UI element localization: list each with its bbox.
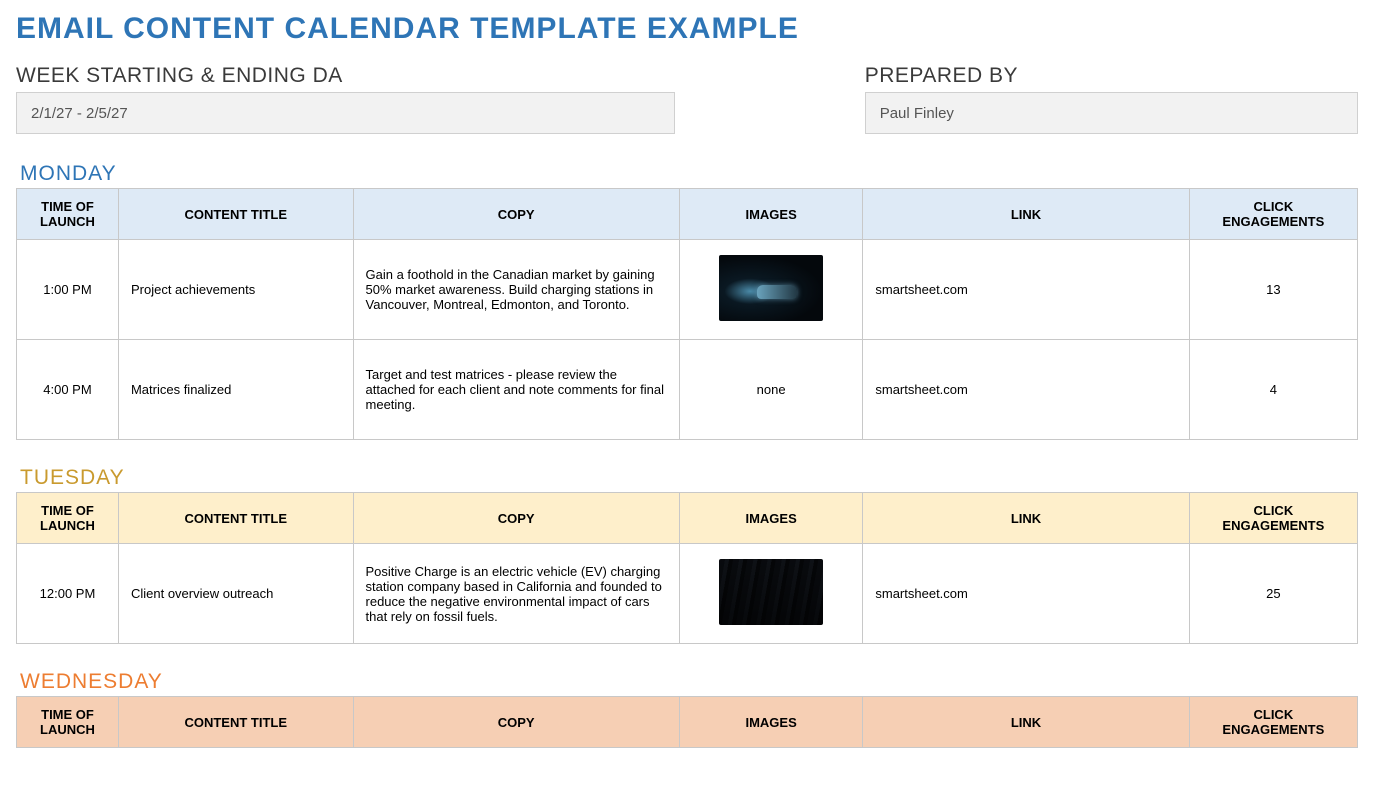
cell-time: 12:00 PM xyxy=(17,544,119,644)
cell-content-title: Project achievements xyxy=(118,240,353,340)
column-header-link: LINK xyxy=(863,697,1189,748)
day-heading-tuesday: TUESDAY xyxy=(20,466,1358,490)
column-header-images: IMAGES xyxy=(679,189,863,240)
column-header-time: TIME OF LAUNCH xyxy=(17,493,119,544)
column-header-clicks: CLICK ENGAGEMENTS xyxy=(1189,189,1357,240)
column-header-link: LINK xyxy=(863,189,1189,240)
column-header-title: CONTENT TITLE xyxy=(118,697,353,748)
prepared-input[interactable] xyxy=(865,92,1358,134)
page-title: EMAIL CONTENT CALENDAR TEMPLATE EXAMPLE xyxy=(16,12,1358,46)
traffic-congestion-icon xyxy=(719,559,823,625)
prepared-block: PREPARED BY xyxy=(865,64,1358,134)
column-header-clicks: CLICK ENGAGEMENTS xyxy=(1189,493,1357,544)
cell-time: 4:00 PM xyxy=(17,340,119,440)
day-heading-wednesday: WEDNESDAY xyxy=(20,670,1358,694)
cell-link[interactable]: smartsheet.com xyxy=(863,240,1189,340)
table-row: 4:00 PMMatrices finalizedTarget and test… xyxy=(17,340,1358,440)
week-block: WEEK STARTING & ENDING DA xyxy=(16,64,675,134)
cell-link[interactable]: smartsheet.com xyxy=(863,340,1189,440)
column-header-copy: COPY xyxy=(353,189,679,240)
cell-copy: Target and test matrices - please review… xyxy=(353,340,679,440)
column-header-time: TIME OF LAUNCH xyxy=(17,697,119,748)
column-header-copy: COPY xyxy=(353,697,679,748)
cell-time: 1:00 PM xyxy=(17,240,119,340)
cell-clicks: 25 xyxy=(1189,544,1357,644)
table-row: 12:00 PMClient overview outreachPositive… xyxy=(17,544,1358,644)
column-header-images: IMAGES xyxy=(679,493,863,544)
cell-images xyxy=(679,544,863,644)
calendar-table-wednesday: TIME OF LAUNCHCONTENT TITLECOPYIMAGESLIN… xyxy=(16,696,1358,748)
table-row: 1:00 PMProject achievementsGain a footho… xyxy=(17,240,1358,340)
column-header-clicks: CLICK ENGAGEMENTS xyxy=(1189,697,1357,748)
column-header-images: IMAGES xyxy=(679,697,863,748)
column-header-time: TIME OF LAUNCH xyxy=(17,189,119,240)
cell-clicks: 4 xyxy=(1189,340,1357,440)
week-label: WEEK STARTING & ENDING DA xyxy=(16,64,675,88)
column-header-title: CONTENT TITLE xyxy=(118,493,353,544)
calendar-table-monday: TIME OF LAUNCHCONTENT TITLECOPYIMAGESLIN… xyxy=(16,188,1358,440)
calendar-table-tuesday: TIME OF LAUNCHCONTENT TITLECOPYIMAGESLIN… xyxy=(16,492,1358,644)
day-heading-monday: MONDAY xyxy=(20,162,1358,186)
cell-content-title: Client overview outreach xyxy=(118,544,353,644)
column-header-link: LINK xyxy=(863,493,1189,544)
column-header-copy: COPY xyxy=(353,493,679,544)
electric-car-charging-icon xyxy=(719,255,823,321)
cell-copy: Gain a foothold in the Canadian market b… xyxy=(353,240,679,340)
cell-images xyxy=(679,240,863,340)
meta-row: WEEK STARTING & ENDING DA PREPARED BY xyxy=(16,64,1358,134)
cell-link[interactable]: smartsheet.com xyxy=(863,544,1189,644)
column-header-title: CONTENT TITLE xyxy=(118,189,353,240)
prepared-label: PREPARED BY xyxy=(865,64,1358,88)
cell-clicks: 13 xyxy=(1189,240,1357,340)
cell-images: none xyxy=(679,340,863,440)
week-input[interactable] xyxy=(16,92,675,134)
cell-copy: Positive Charge is an electric vehicle (… xyxy=(353,544,679,644)
cell-content-title: Matrices finalized xyxy=(118,340,353,440)
